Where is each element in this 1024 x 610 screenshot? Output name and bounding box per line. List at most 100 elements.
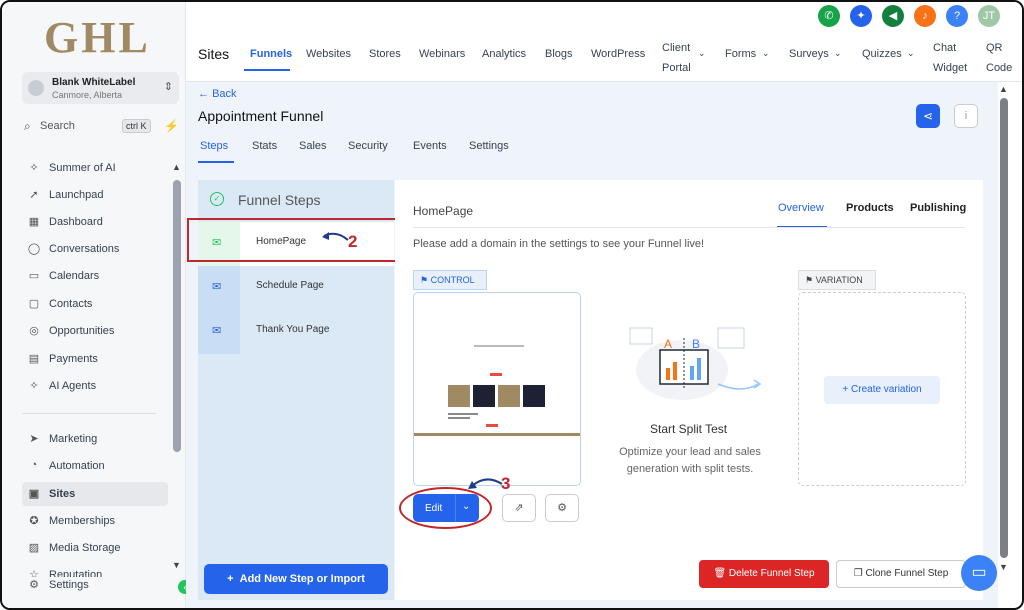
tab-funnels[interactable]: Funnels (250, 48, 292, 60)
flag-icon: ⚑ (420, 275, 431, 285)
search-input[interactable]: ⌕ Search ctrl K ⚡ (22, 116, 182, 138)
tab-surveys[interactable]: Surveys (789, 48, 829, 60)
scroll-up-icon[interactable]: ▲ (172, 162, 181, 172)
phone-icon[interactable]: ✆ (818, 5, 840, 27)
share-icon: ⋖ (922, 109, 934, 123)
tab-settings[interactable]: Settings (469, 140, 509, 152)
sidebar: GHL Blank WhiteLabel Canmore, Alberta ⇕ … (2, 2, 192, 608)
annotation-marker-2: 2 (348, 232, 358, 251)
sidebar-item-marketing[interactable]: ➤ Marketing (22, 427, 168, 451)
chevron-down-icon[interactable]: ⌄ (698, 48, 706, 59)
plus-icon: + (842, 384, 852, 395)
megaphone-icon[interactable]: ◀ (882, 5, 904, 27)
account-switcher[interactable]: Blank WhiteLabel Canmore, Alberta ⇕ (22, 72, 179, 104)
tab-qr-code[interactable]: QR Code (986, 38, 1012, 78)
flag-icon: ⚑ (805, 275, 816, 285)
app-window: GHL Blank WhiteLabel Canmore, Alberta ⇕ … (0, 0, 1024, 610)
funnel-step-schedule-page[interactable]: ✉ Schedule Page (198, 266, 394, 310)
tab-security[interactable]: Security (348, 140, 388, 152)
sidebar-item-payments[interactable]: ▤ Payments (22, 347, 168, 371)
clone-step-button[interactable]: ❐ Clone Funnel Step (836, 560, 966, 588)
tab-wordpress[interactable]: WordPress (591, 48, 645, 60)
sparkle-icon: ✧ (29, 162, 39, 174)
lightning-icon[interactable]: ⚡ (164, 119, 179, 133)
tab-stats[interactable]: Stats (252, 140, 277, 152)
svg-text:A: A (664, 337, 672, 351)
tab-forms[interactable]: Forms (725, 48, 756, 60)
search-icon: ⌕ (24, 119, 31, 133)
main-scrollbar[interactable] (1000, 98, 1008, 558)
page-title: Appointment Funnel (198, 108, 324, 124)
tab-client-portal[interactable]: Client Portal (662, 38, 702, 78)
chat-support-icon[interactable]: ▭ (961, 555, 997, 591)
sidebar-item-memberships[interactable]: ✪ Memberships (22, 509, 168, 533)
tab-sales[interactable]: Sales (299, 140, 327, 152)
contacts-icon: ▢ (28, 298, 40, 310)
page-preview-thumbnail[interactable] (413, 292, 581, 486)
bell-icon[interactable]: ♪ (914, 5, 936, 27)
funnel-steps-title: Funnel Steps (238, 192, 321, 208)
tab-steps[interactable]: Steps (200, 140, 228, 152)
info-button[interactable]: i (954, 104, 978, 128)
chevron-down-icon[interactable]: ⌄ (762, 48, 770, 59)
scroll-up-icon[interactable]: ▲ (999, 84, 1008, 94)
open-external-button[interactable]: ⇗ (502, 494, 536, 522)
sidebar-scrollbar[interactable] (173, 180, 181, 452)
delete-step-button[interactable]: 🗑 Delete Funnel Step (699, 560, 829, 588)
magic-wand-icon[interactable]: ✦ (850, 5, 872, 27)
scroll-down-icon[interactable]: ▼ (172, 560, 181, 570)
sidebar-item-conversations[interactable]: ◯ Conversations (22, 237, 168, 261)
variation-label: ⚑ VARIATION (798, 270, 876, 290)
copy-icon: ❐ (853, 568, 866, 579)
badge-icon: ✪ (29, 515, 39, 527)
tab-webinars[interactable]: Webinars (419, 48, 465, 60)
check-circle-icon: ✓ (210, 192, 224, 206)
scroll-down-icon[interactable]: ▼ (999, 562, 1008, 572)
chevron-down-icon[interactable]: ⌄ (907, 48, 915, 59)
gear-icon: ⚙ (29, 579, 39, 591)
funnel-step-thank-you-page[interactable]: ✉ Thank You Page (198, 310, 394, 354)
domain-notice: Please add a domain in the settings to s… (413, 238, 705, 250)
tab-websites[interactable]: Websites (306, 48, 351, 60)
target-icon: ◎ (29, 325, 39, 337)
back-link[interactable]: ← Back (198, 88, 237, 100)
step-settings-button[interactable]: ⚙ (545, 494, 579, 522)
sidebar-item-opportunities[interactable]: ◎ Opportunities (22, 319, 168, 343)
step-name: HomePage (413, 204, 474, 218)
split-test-title: Start Split Test (650, 422, 728, 436)
add-step-button[interactable]: + Add New Step or Import (204, 564, 388, 594)
sidebar-item-automation[interactable]: ◔ Automation (22, 454, 168, 478)
tab-stores[interactable]: Stores (369, 48, 401, 60)
grid-icon: ▦ (28, 216, 40, 228)
tab-events[interactable]: Events (413, 140, 447, 152)
sidebar-item-contacts[interactable]: ▢ Contacts (22, 292, 168, 316)
sparkle-icon: ✧ (29, 380, 39, 392)
sidebar-item-calendars[interactable]: ▭ Calendars (22, 264, 168, 288)
chat-icon: ◯ (27, 243, 41, 255)
annotation-arrow-icon (468, 478, 503, 489)
sites-icon: ▣ (28, 488, 40, 500)
sidebar-item-summer-of-ai[interactable]: ✧ Summer of AI (22, 156, 168, 180)
tab-chat-widget[interactable]: Chat Widget (933, 38, 969, 78)
tab-publishing[interactable]: Publishing (910, 202, 966, 214)
gear-icon: ⚙ (557, 502, 567, 514)
chevron-down-icon[interactable]: ⌄ (834, 48, 842, 59)
help-icon[interactable]: ? (946, 5, 968, 27)
share-button[interactable]: ⋖ (916, 104, 940, 128)
calendar-icon: ▭ (28, 270, 40, 282)
sidebar-item-settings[interactable]: ⚙ Settings (22, 573, 168, 597)
tab-blogs[interactable]: Blogs (545, 48, 573, 60)
sidebar-item-media-storage[interactable]: ▨ Media Storage (22, 536, 168, 560)
tab-overview[interactable]: Overview (778, 202, 824, 214)
sidebar-item-ai-agents[interactable]: ✧ AI Agents (22, 374, 168, 398)
user-avatar[interactable]: JT (978, 5, 1000, 27)
gauge-icon: ◔ (30, 459, 38, 471)
sidebar-item-launchpad[interactable]: ➚ Launchpad (22, 183, 168, 207)
tab-quizzes[interactable]: Quizzes (862, 48, 902, 60)
tab-analytics[interactable]: Analytics (482, 48, 526, 60)
svg-text:B: B (692, 337, 700, 351)
tab-products[interactable]: Products (846, 202, 894, 214)
sidebar-item-sites[interactable]: ▣ Sites (22, 482, 168, 506)
create-variation-button[interactable]: + Create variation (824, 376, 940, 404)
sidebar-item-dashboard[interactable]: ▦ Dashboard (22, 210, 168, 234)
